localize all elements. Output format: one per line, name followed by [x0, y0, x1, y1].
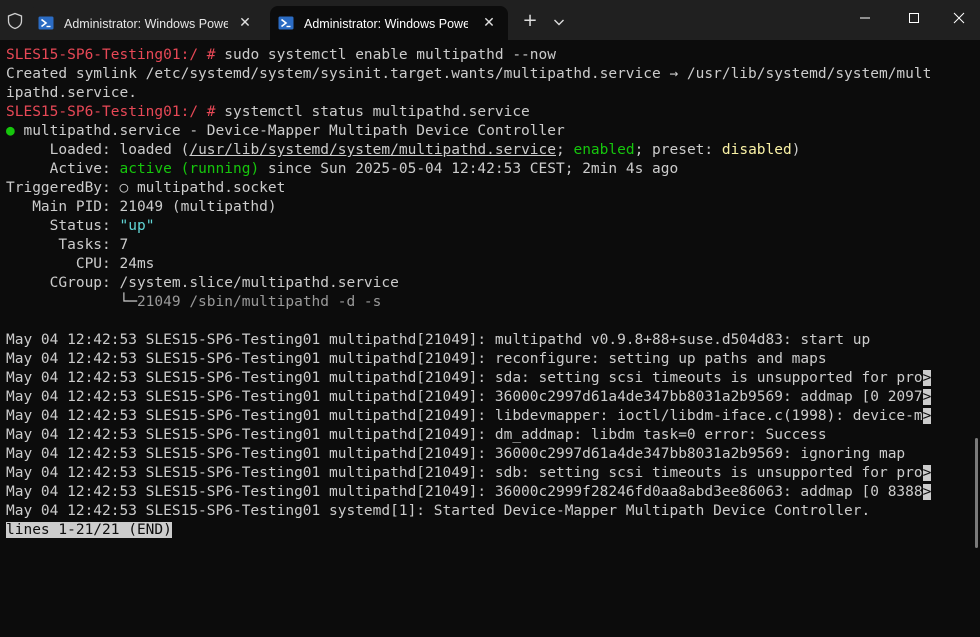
log-line: May 04 12:42:53 SLES15-SP6-Testing01 sys… [6, 503, 871, 519]
tasks-line: Tasks: 7 [6, 237, 129, 253]
tab-title: Administrator: Windows PowerShell [304, 17, 468, 31]
preset-label: ; preset: [634, 142, 722, 158]
log-text: May 04 12:42:53 SLES15-SP6-Testing01 mul… [6, 389, 923, 405]
command-line-2: SLES15-SP6-Testing01:/ # systemctl statu… [6, 103, 530, 122]
powershell-icon [278, 16, 294, 30]
active-label: Active: [6, 161, 120, 177]
log-text: May 04 12:42:53 SLES15-SP6-Testing01 mul… [6, 484, 923, 500]
log-text: May 04 12:42:53 SLES15-SP6-Testing01 mul… [6, 465, 923, 481]
status-value: "up" [119, 218, 155, 234]
close-icon [953, 12, 965, 24]
cpu-line: CPU: 24ms [6, 256, 155, 272]
output-line: ipathd.service. [6, 85, 137, 101]
status-label: Status: [6, 218, 120, 234]
log-line: May 04 12:42:53 SLES15-SP6-Testing01 mul… [6, 483, 932, 502]
main-pid-line: Main PID: 21049 (multipathd) [6, 199, 277, 215]
separator: ; [556, 142, 574, 158]
title-bar: Administrator: Windows PowerShell ✕ Admi… [0, 0, 980, 40]
log-line: May 04 12:42:53 SLES15-SP6-Testing01 mul… [6, 351, 827, 367]
enabled-state: enabled [573, 142, 635, 158]
active-since: since Sun 2025-05-04 12:42:53 CEST; 2min… [259, 161, 679, 177]
triggered-by-line: TriggeredBy: ○ multipathd.socket [6, 180, 286, 196]
command-line-1: SLES15-SP6-Testing01:/ # sudo systemctl … [6, 46, 556, 65]
loaded-line: Loaded: loaded (/usr/lib/systemd/system/… [6, 141, 801, 160]
terminal-output[interactable]: SLES15-SP6-Testing01:/ # sudo systemctl … [0, 40, 980, 637]
powershell-icon [38, 16, 54, 30]
log-line: May 04 12:42:53 SLES15-SP6-Testing01 mul… [6, 407, 932, 426]
tab-powershell-1[interactable]: Administrator: Windows PowerShell ✕ [30, 6, 264, 40]
pager-status[interactable]: lines 1-21/21 (END) [6, 521, 172, 540]
tree-branch: └─ [6, 294, 137, 310]
paren-close: ) [791, 142, 801, 158]
minimize-icon [860, 17, 870, 19]
log-line: May 04 12:42:53 SLES15-SP6-Testing01 mul… [6, 332, 871, 348]
status-line: Status: "up" [6, 217, 155, 236]
truncation-marker: > [922, 484, 932, 500]
loaded-label: Loaded: [6, 142, 120, 158]
chevron-down-icon[interactable] [548, 11, 570, 33]
process-entry: 21049 /sbin/multipathd -d -s [136, 294, 382, 310]
log-line: May 04 12:42:53 SLES15-SP6-Testing01 mul… [6, 369, 932, 388]
log-line: May 04 12:42:53 SLES15-SP6-Testing01 mul… [6, 446, 906, 462]
unit-file-path: /usr/lib/systemd/system/multipathd.servi… [189, 142, 556, 158]
close-window-button[interactable] [936, 0, 980, 36]
tab-close-icon[interactable]: ✕ [236, 14, 254, 32]
scrollbar-thumb[interactable] [975, 438, 978, 548]
pager-text: lines 1-21/21 (END) [6, 522, 172, 538]
maximize-button[interactable] [891, 0, 937, 36]
log-line: May 04 12:42:53 SLES15-SP6-Testing01 mul… [6, 427, 827, 443]
loaded-value: loaded ( [119, 142, 190, 158]
shell-prompt: SLES15-SP6-Testing01:/ # [6, 104, 225, 120]
log-line: May 04 12:42:53 SLES15-SP6-Testing01 mul… [6, 464, 932, 483]
unit-header: ● multipathd.service - Device-Mapper Mul… [6, 122, 565, 141]
output-line: Created symlink /etc/systemd/system/sysi… [6, 66, 932, 82]
minimize-button[interactable] [842, 0, 888, 36]
truncation-marker: > [922, 389, 932, 405]
active-state: active (running) [119, 161, 260, 177]
shell-prompt: SLES15-SP6-Testing01:/ # [6, 47, 225, 63]
tab-title: Administrator: Windows PowerShell [64, 17, 228, 31]
active-line: Active: active (running) since Sun 2025-… [6, 160, 679, 179]
unit-description: multipathd.service - Device-Mapper Multi… [14, 123, 565, 139]
command-text: sudo systemctl enable multipathd --now [224, 47, 556, 63]
cgroup-line: CGroup: /system.slice/multipathd.service [6, 275, 399, 291]
new-tab-button[interactable]: + [518, 9, 542, 33]
truncation-marker: > [922, 370, 932, 386]
log-text: May 04 12:42:53 SLES15-SP6-Testing01 mul… [6, 370, 923, 386]
preset-state: disabled [721, 142, 792, 158]
cgroup-process-line: └─21049 /sbin/multipathd -d -s [6, 293, 381, 312]
tab-powershell-2[interactable]: Administrator: Windows PowerShell ✕ [270, 6, 508, 40]
shield-icon [7, 12, 23, 30]
log-line: May 04 12:42:53 SLES15-SP6-Testing01 mul… [6, 388, 932, 407]
command-text: systemctl status multipathd.service [224, 104, 530, 120]
truncation-marker: > [922, 465, 932, 481]
status-dot-icon: ● [6, 123, 15, 139]
tab-close-icon[interactable]: ✕ [480, 14, 498, 32]
log-text: May 04 12:42:53 SLES15-SP6-Testing01 mul… [6, 408, 923, 424]
truncation-marker: > [922, 408, 932, 424]
maximize-icon [909, 13, 919, 23]
